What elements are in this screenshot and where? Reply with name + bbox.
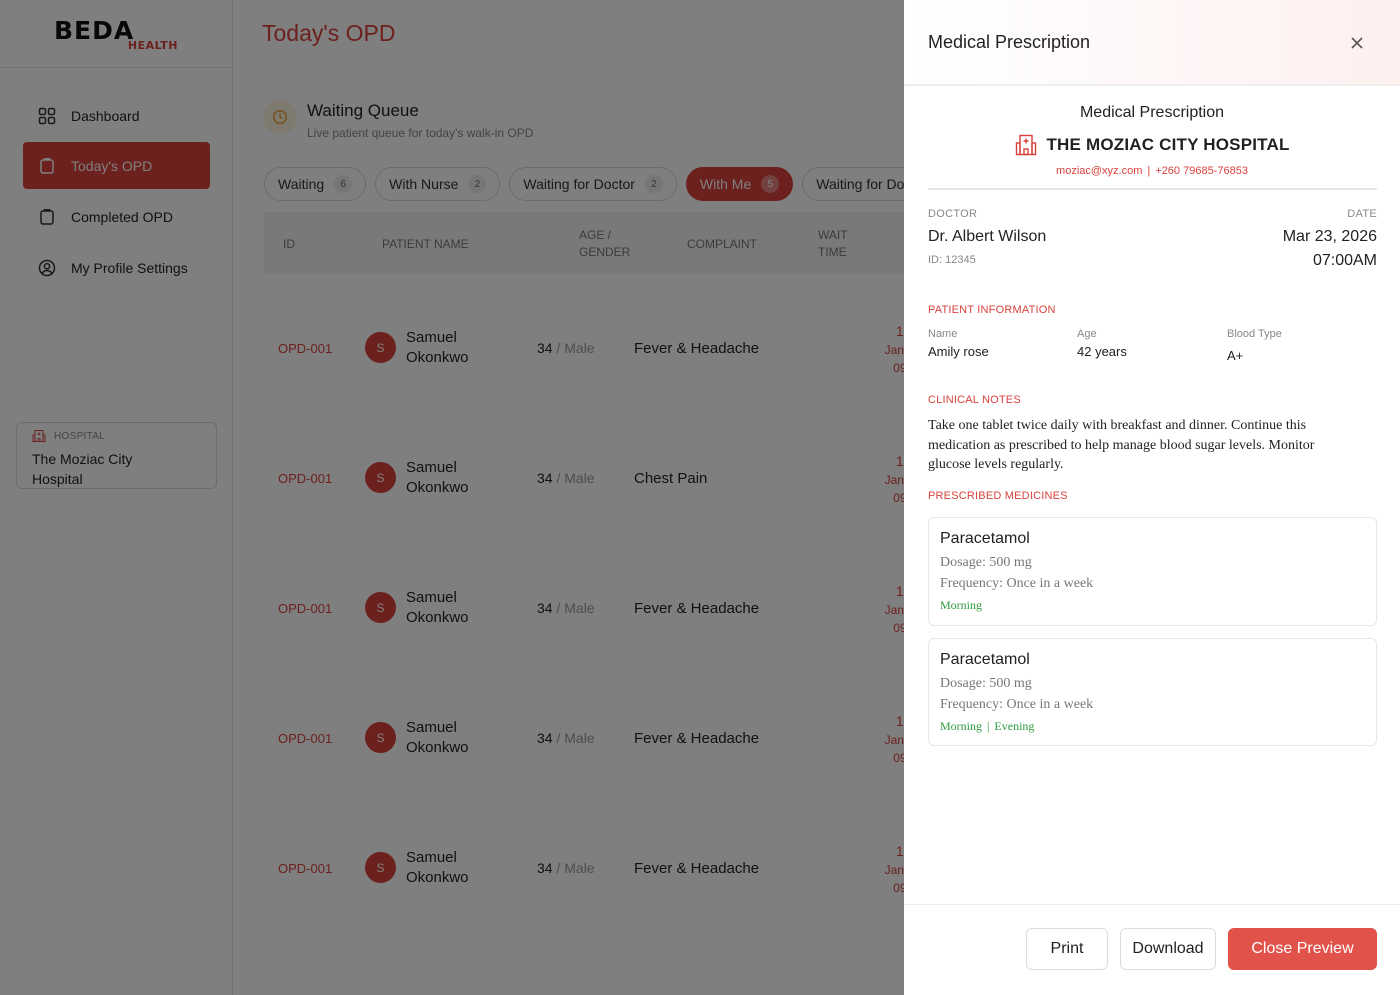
rx-hospital-name: THE MOZIAC CITY HOSPITAL (1046, 135, 1290, 154)
medicine-frequency: Frequency: Once in a week (940, 576, 1094, 591)
blood-type-field: Blood Type A+ (1227, 328, 1282, 363)
divider (928, 188, 1377, 190)
download-button[interactable]: Download (1120, 928, 1216, 970)
hospital-icon (1016, 134, 1037, 156)
medicines-heading: PRESCRIBED MEDICINES (928, 490, 1068, 502)
patient-name-label: Name (928, 328, 958, 340)
time-slot: Morning (940, 598, 982, 612)
patient-age-label: Age (1077, 328, 1097, 340)
prescription-heading: Medical Prescription (1079, 104, 1225, 121)
patient-info-heading: PATIENT INFORMATION (928, 304, 1056, 316)
medicine-times: Morning | Evening (940, 719, 1365, 734)
patient-name-value: Amily rose (928, 344, 989, 359)
medicine-dosage: Dosage: 500 mg (940, 676, 1032, 691)
hospital-contact: moziac@xyz.com | +260 79685-76853 (904, 165, 1400, 177)
drawer-header: Medical Prescription (904, 0, 1400, 86)
time-slot: Evening (994, 719, 1035, 733)
medicine-times: Morning (940, 598, 1365, 613)
prescription-drawer: Medical Prescription Medical Prescriptio… (904, 0, 1400, 995)
patient-age-field: Age 42 years (1077, 328, 1127, 359)
close-preview-button[interactable]: Close Preview (1228, 928, 1377, 970)
blood-type-value: A+ (1227, 348, 1244, 363)
doctor-label: DOCTOR (928, 208, 978, 220)
hospital-email[interactable]: moziac@xyz.com (1056, 165, 1142, 177)
clinical-notes: Take one tablet twice daily with breakfa… (928, 418, 1315, 472)
drawer-title: Medical Prescription (928, 32, 1091, 52)
medicine-frequency: Frequency: Once in a week (940, 697, 1094, 712)
date-label: DATE (1347, 208, 1377, 220)
medicine-name: Paracetamol (940, 530, 1030, 547)
modal-backdrop[interactable] (0, 0, 904, 995)
print-button[interactable]: Print (1026, 928, 1108, 970)
close-icon[interactable] (1344, 30, 1370, 56)
hospital-line: THE MOZIAC CITY HOSPITAL (904, 133, 1400, 157)
patient-age-value: 42 years (1077, 344, 1127, 359)
blood-type-label: Blood Type (1227, 328, 1282, 340)
time-slot: Morning (940, 719, 982, 733)
medicine-name: Paracetamol (940, 651, 1030, 668)
patient-name-field: Name Amily rose (928, 328, 989, 359)
doctor-name: Dr. Albert Wilson (928, 228, 1047, 245)
prescription-time: 07:00AM (1312, 252, 1377, 269)
medicine-dosage: Dosage: 500 mg (940, 555, 1032, 570)
clinical-notes-heading: CLINICAL NOTES (928, 394, 1021, 406)
contact-separator: | (1147, 165, 1151, 177)
medicine-card: Paracetamol Dosage: 500 mg Frequency: On… (928, 638, 1377, 746)
medicine-card: Paracetamol Dosage: 500 mg Frequency: On… (928, 517, 1377, 626)
prescription-date: Mar 23, 2026 (1282, 228, 1377, 245)
time-separator: | (987, 719, 990, 733)
hospital-phone[interactable]: +260 79685-76853 (1155, 165, 1248, 177)
doctor-id: ID: 12345 (928, 254, 976, 266)
